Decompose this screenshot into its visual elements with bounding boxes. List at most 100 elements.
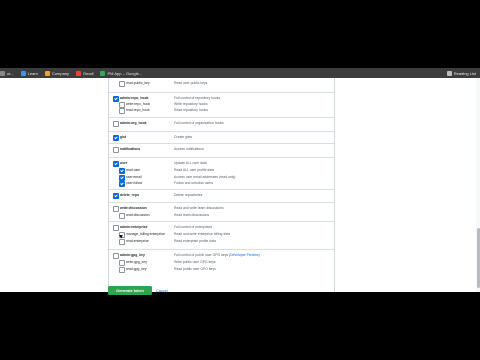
scope-name: read:gpg_key bbox=[126, 266, 147, 271]
scope-name: user bbox=[120, 160, 128, 165]
scope-name: admin:gpg_key bbox=[120, 252, 145, 257]
scope-checkbox[interactable] bbox=[113, 121, 119, 127]
scope-description: Write public user GPG keys bbox=[174, 260, 216, 264]
scope-name: admin:enterprise bbox=[120, 224, 148, 229]
scope-name: read:discussion bbox=[126, 212, 150, 217]
scope-description-text: Read ALL user profile data bbox=[174, 167, 215, 172]
scope-description: Full control of repository hooks bbox=[174, 96, 220, 100]
scope-name: user:follow bbox=[126, 180, 143, 185]
developer-preview-link[interactable]: (Developer Preview) bbox=[229, 253, 260, 257]
scope-checkbox[interactable] bbox=[119, 213, 125, 219]
bookmark-favicon-icon bbox=[20, 70, 26, 76]
bookmark-label: PM App – Google... bbox=[107, 70, 143, 76]
scope-checkbox[interactable] bbox=[119, 181, 125, 187]
bookmark-label: Learn bbox=[27, 70, 38, 76]
scope-description-text: Access user email addresses (read-only) bbox=[174, 174, 236, 179]
cancel-link[interactable]: Cancel bbox=[156, 286, 168, 295]
bookmark-item[interactable]: ut... bbox=[0, 70, 14, 76]
scope-description: Read enterprise profile data bbox=[174, 239, 216, 243]
bookmark-list: ut... Learn Company Gmail PM App – Google... bbox=[0, 70, 149, 76]
bookmark-favicon-icon bbox=[44, 70, 50, 76]
scope-divider bbox=[109, 202, 334, 203]
scope-divider bbox=[109, 157, 334, 158]
scope-description: Full control of public user GPG keys (De… bbox=[174, 253, 260, 257]
scope-checkbox[interactable] bbox=[113, 253, 119, 259]
scope-description: Create gists bbox=[174, 135, 192, 139]
scope-name: admin:org_hook bbox=[120, 120, 147, 125]
reading-list-button[interactable]: Reading List bbox=[446, 68, 476, 78]
scope-description-text: Full control of organization hooks bbox=[174, 120, 224, 125]
scrollbar[interactable] bbox=[476, 78, 480, 292]
scope-checkbox[interactable] bbox=[119, 168, 125, 174]
bookmark-label: Gmail bbox=[83, 70, 94, 76]
scope-name: read:enterprise bbox=[126, 238, 149, 243]
scope-name: user:email bbox=[126, 174, 142, 179]
scope-name: manage_billing:enterprise bbox=[126, 231, 165, 236]
scope-name: write:discussion bbox=[120, 205, 147, 210]
scope-description: Full control of organization hooks bbox=[174, 121, 224, 125]
scope-description: Read and write team discussions bbox=[174, 206, 224, 210]
scope-description-text: Read enterprise profile data bbox=[174, 238, 216, 243]
scope-checkbox[interactable] bbox=[113, 206, 119, 212]
scope-name: write:repo_hook bbox=[126, 101, 151, 106]
scope-description-text: Access notifications bbox=[174, 146, 204, 151]
scope-checkbox[interactable] bbox=[113, 225, 119, 231]
scope-description-text: Create gists bbox=[174, 134, 193, 139]
scope-checkbox[interactable] bbox=[113, 96, 119, 102]
scope-description: Read and write enterprise billing data bbox=[174, 232, 230, 236]
scope-divider bbox=[109, 143, 334, 144]
bookmark-item[interactable]: Gmail bbox=[76, 70, 94, 76]
reading-list-icon bbox=[446, 70, 452, 76]
scope-checkbox[interactable] bbox=[119, 108, 125, 114]
scope-description-text: Delete repositories bbox=[174, 192, 203, 197]
reading-list-label: Reading List bbox=[453, 70, 476, 76]
scope-divider bbox=[109, 221, 334, 222]
bookmark-favicon-icon bbox=[100, 70, 106, 76]
bookmarks-bar: ut... Learn Company Gmail PM App – Google...… bbox=[0, 68, 480, 78]
bookmark-favicon-icon bbox=[76, 70, 82, 76]
scope-description: Read ALL user profile data bbox=[174, 168, 214, 172]
scope-description: Read user public keys bbox=[174, 81, 207, 85]
bookmark-item[interactable]: PM App – Google... bbox=[100, 70, 143, 76]
bookmark-favicon-icon bbox=[0, 70, 5, 76]
scope-checkbox[interactable] bbox=[113, 161, 119, 167]
bookmark-label: Company bbox=[51, 70, 70, 76]
scope-checkbox[interactable] bbox=[113, 135, 119, 141]
scope-description: Read public user GPG keys bbox=[174, 267, 216, 271]
scope-description-text: Full control of repository hooks bbox=[174, 95, 221, 100]
bookmark-item[interactable]: Company bbox=[44, 70, 70, 76]
scope-checkbox[interactable] bbox=[119, 239, 125, 245]
scope-description-text: Follow and unfollow users bbox=[174, 180, 214, 185]
scope-description: Access notifications bbox=[174, 147, 204, 151]
scope-description: Full control of enterprises bbox=[174, 225, 212, 229]
scope-name: gist bbox=[120, 134, 127, 139]
scope-description: Follow and unfollow users bbox=[174, 181, 213, 185]
bookmark-item[interactable]: Learn bbox=[20, 70, 38, 76]
scope-name: read:public_key bbox=[126, 80, 150, 85]
scope-name: notifications bbox=[120, 146, 141, 151]
scope-description-text: Read team discussions bbox=[174, 212, 210, 217]
scope-description-text: Full control of public user GPG keys bbox=[174, 252, 229, 257]
bookmark-label: ut... bbox=[7, 70, 14, 76]
scope-divider bbox=[109, 92, 334, 93]
scope-name: read:repo_hook bbox=[126, 107, 150, 112]
scope-checkbox[interactable] bbox=[113, 193, 119, 199]
scope-description-text: Read user public keys bbox=[174, 80, 208, 85]
scope-checkbox[interactable] bbox=[119, 81, 125, 87]
scope-description-text: Write public user GPG keys bbox=[174, 259, 216, 264]
scope-name: delete_repo bbox=[120, 192, 140, 197]
scope-checkbox[interactable] bbox=[119, 260, 125, 266]
scope-description-text: Read repository hooks bbox=[174, 107, 208, 112]
scope-divider bbox=[109, 189, 334, 190]
scope-name: admin:repo_hook bbox=[120, 95, 149, 100]
generate-token-button[interactable]: Generate token bbox=[108, 286, 152, 295]
scope-checkbox[interactable] bbox=[119, 267, 125, 273]
scope-description: Delete repositories bbox=[174, 193, 202, 197]
scope-description: Read team discussions bbox=[174, 213, 209, 217]
scope-divider bbox=[109, 131, 334, 132]
scope-checkbox[interactable] bbox=[113, 147, 119, 153]
scope-description-text: Read and write enterprise billing data bbox=[174, 231, 230, 236]
scope-name: write:gpg_key bbox=[126, 259, 147, 264]
scrollbar-thumb[interactable] bbox=[476, 228, 480, 288]
browser-viewport: ut... Learn Company Gmail PM App – Google...… bbox=[0, 68, 480, 292]
